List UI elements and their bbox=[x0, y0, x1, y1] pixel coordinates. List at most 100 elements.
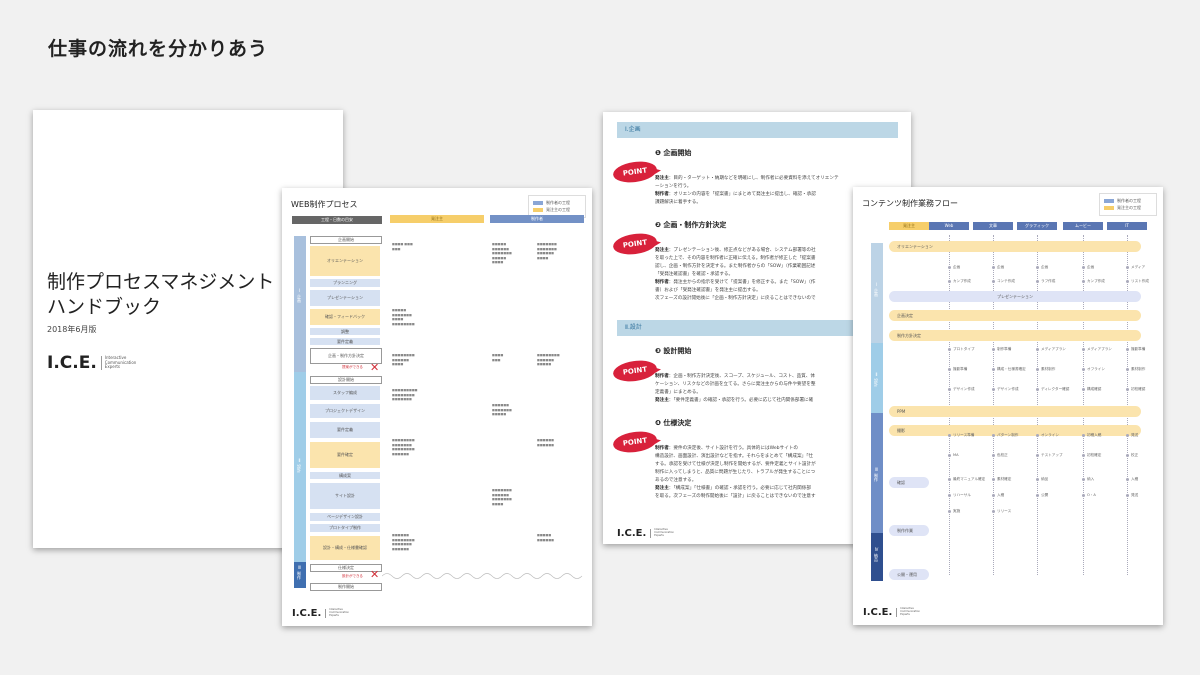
flow-node-label: 企画 bbox=[1087, 265, 1095, 269]
item-body-line: ケーション、リスクなどの計画を立てる。さらに発注主からの与件や要望を整 bbox=[655, 382, 816, 387]
flow-node-dot bbox=[992, 348, 995, 351]
step-box: プランニング bbox=[310, 279, 380, 287]
item-body-line: あるので注意する。 bbox=[655, 478, 697, 483]
flow-step-pill: 確認 bbox=[889, 477, 929, 488]
flow-node-label: 企画 bbox=[1041, 265, 1049, 269]
step-box: 確認・フィードバック bbox=[310, 309, 380, 325]
flow-node-label: 最終マニュアル確定 bbox=[953, 477, 986, 481]
item-body-line: 定義書」にまとめる。 bbox=[655, 390, 701, 395]
flow-node-dot bbox=[992, 494, 995, 497]
column-guide-line bbox=[1127, 235, 1128, 575]
step-box: 要件確定 bbox=[310, 442, 380, 468]
column-guide-line bbox=[1083, 235, 1084, 575]
step-box: ページデザイン設計 bbox=[310, 513, 380, 521]
flow-node-label: 素材確定 bbox=[997, 477, 1012, 481]
col-header: グラフィック bbox=[1017, 222, 1057, 230]
cover-title-line1: 制作プロセスマネジメント bbox=[47, 271, 275, 293]
flow-node-label: 色校正 bbox=[997, 453, 1008, 457]
phase-label: Ⅱ 設計 bbox=[874, 372, 879, 387]
flow-node-dot bbox=[1036, 454, 1039, 457]
flow-node-dot bbox=[1126, 368, 1129, 371]
flow-node-dot bbox=[1036, 266, 1039, 269]
point-badge: POINT bbox=[611, 358, 659, 384]
step-box: オリエンテーション bbox=[310, 246, 380, 276]
contents-flow-title: コンテンツ制作業務フロー bbox=[862, 199, 958, 208]
flow-node-dot bbox=[1082, 454, 1085, 457]
flow-node-dot bbox=[1082, 266, 1085, 269]
cover-logo: I.C.E. Interactive Communication Experts bbox=[47, 353, 136, 373]
logo-mark: I.C.E. bbox=[47, 353, 97, 373]
item-body-line: を取った上で、その内容を制作者に正確に伝える。制作者が修正した「提案書 bbox=[655, 256, 816, 261]
item-title: ❹ 仕様決定 bbox=[655, 419, 692, 427]
item-body-line: 発注主：「要件定義書」の確認・承認を行う。必要に応じて社内関係部署に確 bbox=[655, 398, 814, 403]
item-body-line: ーションを行う。 bbox=[655, 184, 692, 189]
flow-node-label: 構成・仕様書確定 bbox=[997, 367, 1026, 371]
flow-node-dot bbox=[948, 494, 951, 497]
flow-node-label: コンテ作成 bbox=[997, 279, 1015, 283]
flow-node-label: 納品 bbox=[1041, 477, 1049, 481]
point-badge: POINT bbox=[611, 429, 659, 455]
fine-print-column: ■■■■■ ■■■■■■ bbox=[537, 533, 555, 542]
flow-node-dot bbox=[1126, 348, 1129, 351]
flow-step-pill: 制作方針決定 bbox=[889, 330, 1141, 341]
flow-node-dot bbox=[992, 388, 995, 391]
flow-node-dot bbox=[1082, 478, 1085, 481]
flow-node-dot bbox=[948, 266, 951, 269]
flow-node-label: メディアプラン bbox=[1041, 347, 1066, 351]
flow-node-label: 企画 bbox=[953, 265, 961, 269]
step-box: 要件定義 bbox=[310, 338, 380, 345]
flow-node-dot bbox=[1082, 388, 1085, 391]
item-title: ❶ 企画開始 bbox=[655, 149, 692, 157]
phase-bar-planning bbox=[294, 236, 306, 372]
step-box: プレゼンテーション bbox=[310, 290, 380, 306]
item-body-line: 制作者：オリエンの内容を「提案書」にまとめて発注主に提出し、確認・承認 bbox=[655, 192, 816, 197]
item-title: ❷ 企画・制作方針決定 bbox=[655, 221, 727, 229]
flow-node-dot bbox=[1126, 388, 1129, 391]
web-process-title: WEB制作プロセス bbox=[291, 200, 358, 209]
flow-node-dot bbox=[1036, 348, 1039, 351]
flow-node-label: 構成確認 bbox=[1087, 387, 1102, 391]
flow-node-label: 初稿入稿 bbox=[1087, 433, 1102, 437]
step-box: 制作開始 bbox=[310, 583, 382, 591]
fine-print-column: ■■■■■■■■■ ■■■■■■■■ ■■■■■■■ bbox=[392, 388, 418, 401]
flow-node-dot bbox=[1126, 454, 1129, 457]
item-body-line: 制作者：要件の決定後、サイト設計を行う。具体的にはWebサイトの bbox=[655, 446, 798, 451]
col-header: Web bbox=[929, 222, 969, 230]
flow-node-label: 素材制作 bbox=[1041, 367, 1056, 371]
step-box: 調整 bbox=[310, 328, 380, 335]
flow-node-dot bbox=[948, 348, 951, 351]
step-box: 設計・構成・仕様書確認 bbox=[310, 536, 380, 560]
web-page-logo: I.C.E. Interactive Communication Experts bbox=[292, 608, 350, 619]
wavy-divider bbox=[382, 573, 583, 579]
flow-node-label: ディレクター確認 bbox=[1041, 387, 1070, 391]
item-title: ❸ 設計開始 bbox=[655, 347, 692, 355]
column-guide-line bbox=[1037, 235, 1038, 575]
flow-node-label: 発送 bbox=[1131, 493, 1139, 497]
cross-icon: ✕ bbox=[370, 361, 380, 374]
phase-label: Ⅳ 納品 bbox=[874, 547, 879, 562]
points-page-logo: I.C.E. Interactive Communication Experts bbox=[617, 528, 675, 539]
flow-node-dot bbox=[948, 434, 951, 437]
flow-node-dot bbox=[948, 510, 951, 513]
cover-date: 2018年6月版 bbox=[47, 325, 97, 334]
flow-node-label: 素材制作 bbox=[1131, 367, 1146, 371]
fine-print-column: ■■■■■■■■ ■■■■■■ ■■■■ bbox=[392, 353, 415, 366]
step-box: スタッフ編成 bbox=[310, 386, 380, 400]
fine-print-column: ■■■■■■■■ ■■■■■■ ■■■■■ bbox=[537, 353, 560, 366]
flow-node-label: リリース準備 bbox=[953, 433, 975, 437]
cover-title: 制作プロセスマネジメント ハンドブック bbox=[47, 270, 274, 320]
flow-node-label: リハーサル bbox=[953, 493, 971, 497]
flow-node-dot bbox=[948, 478, 951, 481]
cover-title-line2: ハンドブック bbox=[47, 296, 162, 318]
flow-node-label: テストアップ bbox=[1041, 453, 1063, 457]
item-body-line: 発注主：プレゼンテーション後、修正点などがある場合、システム部署等の社 bbox=[655, 248, 816, 253]
flow-node-dot bbox=[1036, 280, 1039, 283]
section-header-planning: Ⅰ.企画 bbox=[617, 122, 898, 138]
fine-print-column: ■■■■■■ ■■■■■■ bbox=[537, 438, 555, 447]
flow-node-dot bbox=[948, 280, 951, 283]
flow-step-pill: 企画決定 bbox=[889, 310, 1141, 321]
fine-print-column: ■■■■■■■■ ■■■■■■■ ■■■■■■■■ ■■■■■■ bbox=[392, 438, 415, 456]
flow-node-dot bbox=[992, 454, 995, 457]
flow-node-label: デザイン作成 bbox=[953, 387, 975, 391]
flow-node-label: オンライン bbox=[1041, 433, 1059, 437]
